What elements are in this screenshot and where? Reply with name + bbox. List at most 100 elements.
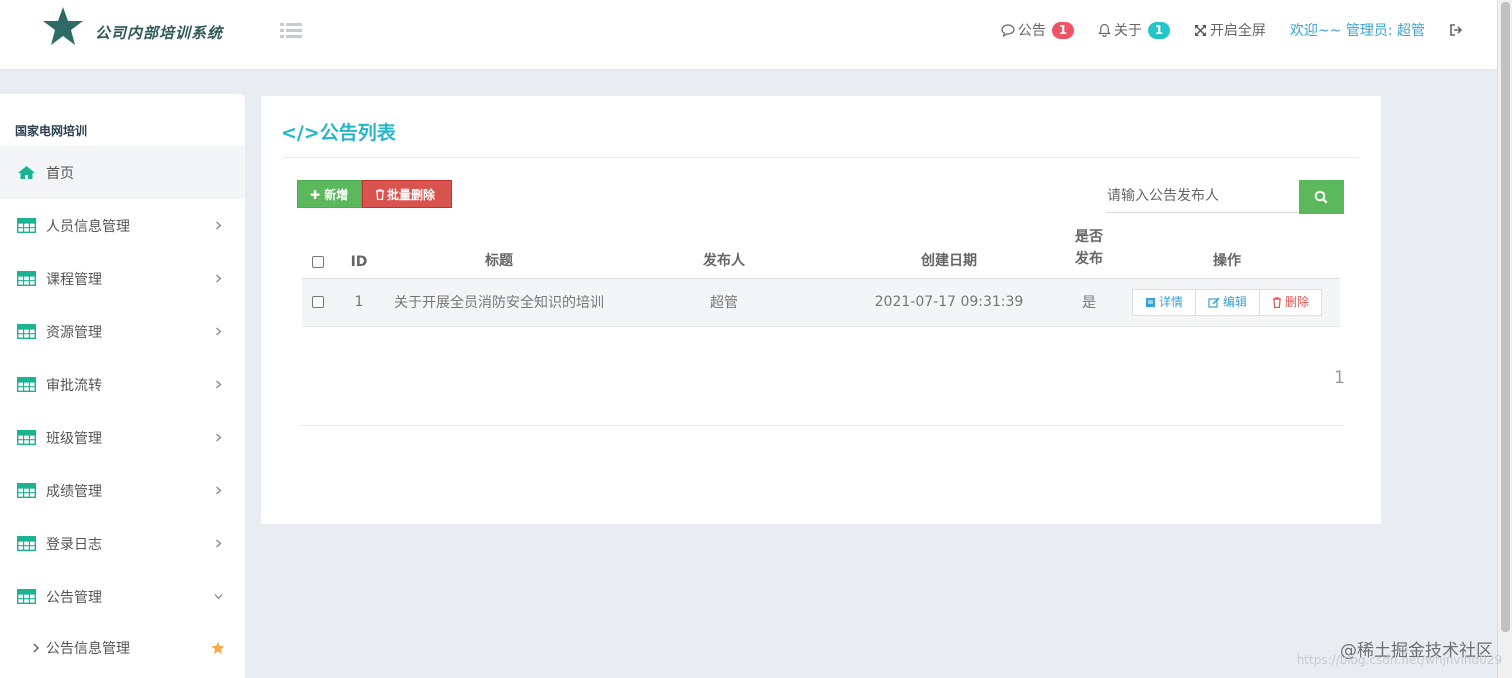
- top-navbar: 公司内部培训系统 公告 1 关于 1 开启全屏 欢迎~~ 管理员: 超管: [0, 0, 1497, 70]
- pagination-page-number[interactable]: 1: [1334, 368, 1345, 388]
- cell-id: 1: [334, 278, 384, 327]
- about-link[interactable]: 关于 1: [1098, 20, 1170, 40]
- search-icon: [1314, 190, 1328, 204]
- home-icon: [18, 166, 35, 179]
- notice-count-badge: 1: [1051, 21, 1074, 39]
- select-all-checkbox[interactable]: [312, 255, 324, 268]
- book-icon: [1145, 297, 1155, 307]
- column-header-publisher: 发布人: [614, 220, 834, 279]
- table-icon: [17, 483, 36, 498]
- watermark-url: https://blog.csdn.net/whjnvind029: [1296, 653, 1502, 667]
- sidebar-item-approval[interactable]: 审批流转: [0, 358, 245, 411]
- add-button[interactable]: ✚ 新增: [297, 180, 362, 208]
- sidebar-item-personnel[interactable]: 人员信息管理: [0, 199, 245, 252]
- delete-label: 删除: [1285, 294, 1310, 309]
- notice-label: 公告: [1017, 23, 1046, 39]
- menu-toggle-icon[interactable]: [280, 22, 302, 40]
- chevron-right-icon: [216, 380, 222, 388]
- chevron-right-icon: [216, 221, 222, 229]
- table-icon: [17, 324, 36, 339]
- footer-divider: [300, 425, 1344, 426]
- row-actions: 详情 编辑 删除: [1131, 288, 1323, 316]
- comment-icon: [1001, 23, 1015, 37]
- batch-delete-button[interactable]: 批量删除: [362, 180, 452, 208]
- page-scrollbar[interactable]: [1497, 0, 1512, 678]
- detail-label: 详情: [1158, 294, 1183, 309]
- edit-button[interactable]: 编辑: [1195, 288, 1260, 316]
- sidebar-item-label: 成绩管理: [46, 483, 102, 500]
- notice-link[interactable]: 公告 1: [1001, 20, 1074, 40]
- sidebar-item-label: 资源管理: [46, 324, 102, 341]
- sidebar-item-login-log[interactable]: 登录日志: [0, 517, 245, 570]
- sidebar-item-label: 首页: [46, 165, 74, 182]
- page-title: </>公告列表: [281, 122, 396, 144]
- sidebar-item-label: 课程管理: [46, 271, 102, 288]
- sidebar-subitem-label: 公告信息管理: [46, 641, 130, 657]
- chevron-right-icon: [216, 433, 222, 441]
- detail-button[interactable]: 详情: [1131, 288, 1196, 316]
- table-icon: [17, 377, 36, 392]
- sidebar-item-courses[interactable]: 课程管理: [0, 252, 245, 305]
- chevron-right-icon: [216, 327, 222, 335]
- edit-icon: [1208, 296, 1220, 308]
- star-icon: [211, 641, 225, 654]
- publisher-search-input[interactable]: [1106, 180, 1299, 213]
- scrollbar-thumb[interactable]: [1501, 2, 1510, 632]
- system-name: 公司内部培训系统: [95, 24, 224, 42]
- row-select-cell: [302, 278, 334, 327]
- sidebar-item-label: 班级管理: [46, 430, 102, 447]
- sidebar-item-label: 审批流转: [46, 377, 102, 394]
- sidebar-section-title: 国家电网培训: [15, 124, 88, 138]
- top-nav-links: 公告 1 关于 1 开启全屏 欢迎~~ 管理员: 超管: [1001, 20, 1463, 40]
- cell-created: 2021-07-17 09:31:39: [834, 278, 1064, 327]
- table-icon: [17, 430, 36, 445]
- fullscreen-toggle[interactable]: 开启全屏: [1194, 20, 1266, 40]
- bell-icon: [1098, 23, 1111, 37]
- title-divider: [283, 157, 1359, 158]
- notice-list-panel: </>公告列表 ✚ 新增 批量删除 ID 标题 发布人 创建日期 是否发布 操作…: [261, 96, 1381, 524]
- trash-icon: [1273, 296, 1281, 308]
- sidebar: 国家电网培训 首页 人员信息管理 课程管理 资源管理 审批流转 班级管理 成绩管…: [0, 94, 245, 678]
- sign-out-icon[interactable]: [1449, 23, 1463, 37]
- select-all-cell: [302, 220, 334, 279]
- notice-table: ID 标题 发布人 创建日期 是否发布 操作 1 关于开展全员消防安全知识的培训…: [302, 220, 1340, 327]
- sidebar-item-label: 公告管理: [46, 589, 102, 606]
- column-header-actions: 操作: [1114, 220, 1340, 279]
- fullscreen-label: 开启全屏: [1209, 23, 1266, 39]
- chevron-right-icon: [33, 643, 39, 653]
- column-header-created: 创建日期: [834, 220, 1064, 279]
- sidebar-item-label: 人员信息管理: [46, 218, 130, 235]
- welcome-user-text[interactable]: 欢迎~~ 管理员: 超管: [1290, 20, 1425, 40]
- sidebar-item-classes[interactable]: 班级管理: [0, 411, 245, 464]
- row-checkbox[interactable]: [312, 296, 324, 308]
- cell-title: 关于开展全员消防安全知识的培训: [384, 278, 614, 327]
- published-header-text: 是否发布: [1075, 228, 1103, 267]
- column-header-title: 标题: [384, 220, 614, 279]
- expand-icon: [1194, 24, 1206, 36]
- search-button[interactable]: [1299, 180, 1344, 214]
- about-count-badge: 1: [1147, 21, 1170, 39]
- table-row: 1 关于开展全员消防安全知识的培训 超管 2021-07-17 09:31:39…: [302, 278, 1340, 327]
- chevron-down-icon: [214, 593, 223, 599]
- table-icon: [17, 536, 36, 551]
- delete-button[interactable]: 删除: [1260, 288, 1323, 316]
- cell-actions: 详情 编辑 删除: [1114, 278, 1340, 327]
- chevron-right-icon: [216, 274, 222, 282]
- sidebar-subitem-notice-info[interactable]: 公告信息管理: [0, 623, 245, 673]
- table-icon: [17, 271, 36, 286]
- sidebar-item-grades[interactable]: 成绩管理: [0, 464, 245, 517]
- trash-icon: [376, 189, 384, 201]
- column-header-published: 是否发布: [1064, 220, 1114, 279]
- edit-label: 编辑: [1222, 294, 1247, 309]
- star-logo-icon: [43, 7, 83, 45]
- sidebar-item-label: 登录日志: [46, 536, 102, 553]
- table-header-row: ID 标题 发布人 创建日期 是否发布 操作: [302, 220, 1340, 279]
- chevron-right-icon: [216, 486, 222, 494]
- chevron-right-icon: [216, 539, 222, 547]
- batch-delete-label: 批量删除: [387, 188, 436, 202]
- about-label: 关于: [1113, 23, 1142, 39]
- sidebar-item-notices[interactable]: 公告管理: [0, 570, 245, 623]
- sidebar-item-home[interactable]: 首页: [0, 146, 245, 199]
- table-icon: [17, 589, 36, 604]
- sidebar-item-resources[interactable]: 资源管理: [0, 305, 245, 358]
